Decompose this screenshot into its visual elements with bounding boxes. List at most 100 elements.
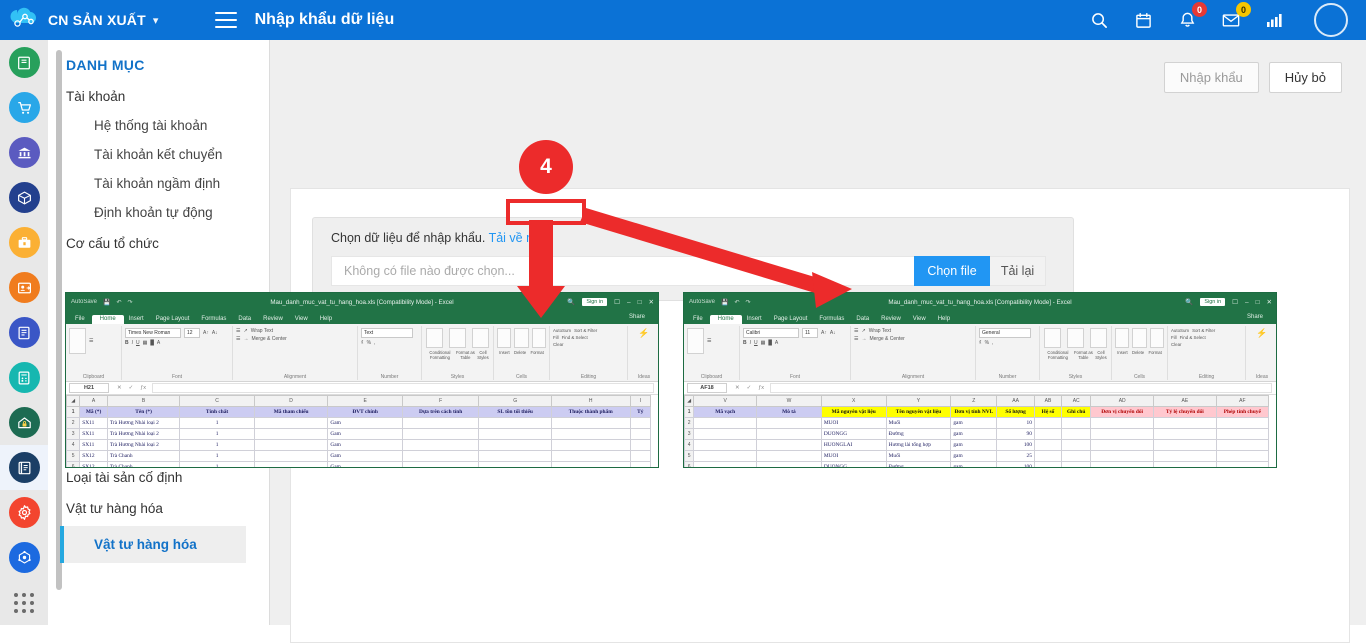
sidebar-item-tai-khoan-ket-chuyen[interactable]: Tài khoản kết chuyển: [66, 133, 269, 162]
col-H-left[interactable]: H: [550, 395, 631, 407]
tab-help-left[interactable]: Help: [315, 316, 339, 324]
cell-ghi-chu-r3-right[interactable]: [1061, 439, 1092, 451]
rail-item-book[interactable]: [0, 40, 48, 85]
cell-so-luong-r4-right[interactable]: 25: [996, 450, 1035, 462]
cell-ghi-chu-r2-right[interactable]: [1061, 428, 1092, 440]
tab-view-right[interactable]: View: [908, 316, 933, 324]
tab-home-right[interactable]: Home: [709, 315, 742, 324]
undo-icon-left[interactable]: ↶: [117, 299, 122, 306]
tab-formulas-right[interactable]: Formulas: [814, 316, 851, 324]
cell-ptc-r4-right[interactable]: [1215, 450, 1270, 462]
excel-search-icon-right[interactable]: 🔍: [1185, 298, 1193, 306]
cell-he-so-r3-right[interactable]: [1033, 439, 1063, 451]
maximize-icon-right[interactable]: □: [1256, 299, 1260, 306]
save-icon-right[interactable]: 💾: [721, 299, 728, 306]
apps-grid-icon[interactable]: [0, 580, 48, 625]
cell-ma-r5-left[interactable]: SX12: [79, 461, 108, 467]
cell-ten-r4-left[interactable]: Trà Chanh: [106, 450, 181, 462]
rail-item-bank[interactable]: [0, 130, 48, 175]
fill-button-right[interactable]: Fill: [1171, 335, 1177, 340]
orientation-icon-right[interactable]: ↗: [861, 328, 865, 334]
cell-tinh-chat-r5-left[interactable]: 1: [179, 461, 255, 467]
cell-ma-r1-left[interactable]: SX11: [79, 417, 108, 429]
sidebar-item-tai-khoan[interactable]: Tài khoản: [66, 73, 269, 104]
cell-ptc-r3-right[interactable]: [1215, 439, 1270, 451]
format-cells-button-right[interactable]: [1149, 328, 1164, 348]
fill-color-icon-right[interactable]: █: [768, 340, 772, 346]
excel-window-right[interactable]: AutoSave 💾 ↶ ↷ Mau_danh_muc_vat_tu_hang_…: [683, 292, 1277, 468]
col-AE-right[interactable]: AE: [1153, 395, 1217, 407]
col-C-left[interactable]: C: [179, 395, 255, 407]
insert-cells-button-right[interactable]: [1115, 328, 1130, 348]
number-format-box-left[interactable]: Text: [361, 328, 413, 338]
maximize-icon-left[interactable]: □: [638, 299, 642, 306]
font-size-box-left[interactable]: 12: [184, 328, 200, 338]
increase-font-icon-right[interactable]: A↑: [821, 330, 827, 336]
sidebar-item-tai-khoan-ngam-dinh[interactable]: Tài khoản ngầm định: [66, 162, 269, 191]
paste-button-right[interactable]: [687, 328, 704, 354]
tab-view-left[interactable]: View: [290, 316, 315, 324]
cell-sl-ton-r1-left[interactable]: [478, 417, 552, 429]
cell-ty-r5-left[interactable]: [629, 461, 652, 467]
cell-ma-vach-r5-right[interactable]: [693, 461, 758, 467]
col-D-left[interactable]: D: [253, 395, 329, 407]
cell-tinh-chat-r4-left[interactable]: 1: [179, 450, 255, 462]
cell-he-so-r2-right[interactable]: [1033, 428, 1063, 440]
borders-icon-left[interactable]: ▦: [143, 340, 148, 346]
rail-item-catalog[interactable]: [0, 445, 48, 490]
font-name-box-left[interactable]: Times New Roman: [125, 328, 181, 338]
col-F-left[interactable]: F: [401, 395, 480, 407]
tab-file-left[interactable]: File: [70, 316, 92, 324]
tab-review-right[interactable]: Review: [876, 316, 908, 324]
format-as-table-button-right[interactable]: [1066, 328, 1084, 348]
cell-ptc-r2-right[interactable]: [1215, 428, 1270, 440]
row-num-2-right[interactable]: 2: [684, 417, 695, 429]
choose-file-button[interactable]: Chọn file: [914, 256, 990, 286]
cell-ty-r3-left[interactable]: [629, 439, 652, 451]
insert-function-icon-right[interactable]: ƒx: [758, 385, 764, 391]
rail-item-invoice[interactable]: [0, 310, 48, 355]
rail-item-hr[interactable]: [0, 265, 48, 310]
cell-ma-tham-chieu-r5-left[interactable]: [253, 461, 329, 467]
col-V-right[interactable]: V: [693, 395, 758, 407]
sidebar-item-dinh-khoan-tu-dong[interactable]: Định khoản tự động: [66, 191, 269, 220]
mail-icon[interactable]: 0: [1220, 2, 1251, 31]
cancel-formula-icon-left[interactable]: ✕: [117, 385, 122, 391]
sidebar-item-vat-tu-hang-hoa-selected[interactable]: Vật tư hàng hóa: [60, 526, 246, 563]
autosum-button-right[interactable]: AutoSum: [1171, 328, 1189, 333]
excel-share-left[interactable]: Share: [624, 314, 652, 322]
col-Z-right[interactable]: Z: [950, 395, 998, 407]
cell-mo-ta-r1-right[interactable]: [756, 417, 822, 429]
clear-button-right[interactable]: Clear: [1171, 342, 1182, 347]
cell-dvcd-r3-right[interactable]: [1090, 439, 1154, 451]
excel-window-left[interactable]: AutoSave 💾 ↶ ↷ Mau_danh_muc_vat_tu_hang_…: [65, 292, 659, 468]
cell-ghi-chu-r1-right[interactable]: [1061, 417, 1092, 429]
cell-dua-tren-r3-left[interactable]: [401, 439, 480, 451]
merge-center-button-left[interactable]: Merge & Center: [251, 336, 286, 342]
cell-tlcd-r3-right[interactable]: [1153, 439, 1217, 451]
cell-dua-tren-r4-left[interactable]: [401, 450, 480, 462]
cell-mo-ta-r4-right[interactable]: [756, 450, 822, 462]
align-left-icon-left[interactable]: ☰: [236, 336, 240, 342]
merge-center-button-right[interactable]: Merge & Center: [869, 336, 904, 342]
underline-icon-left[interactable]: U: [136, 340, 140, 346]
borders-icon-right[interactable]: ▦: [761, 340, 766, 346]
menu-icon[interactable]: [214, 12, 237, 28]
cell-sl-ton-r5-left[interactable]: [478, 461, 552, 467]
italic-icon-left[interactable]: I: [132, 340, 133, 346]
rail-item-inventory[interactable]: [0, 175, 48, 220]
cell-ma-vach-r1-right[interactable]: [693, 417, 758, 429]
excel-signin-left[interactable]: Sign in: [582, 298, 608, 306]
company-selector[interactable]: CN SẢN XUẤT ▾: [48, 12, 159, 28]
file-name-display[interactable]: Không có file nào được chọn...: [331, 256, 914, 286]
cell-dua-tren-r1-left[interactable]: [401, 417, 480, 429]
cell-dvt-r1-left[interactable]: Gam: [327, 417, 403, 429]
cell-dvcd-r4-right[interactable]: [1090, 450, 1154, 462]
row-num-6-right[interactable]: 6: [684, 461, 695, 467]
col-AC-right[interactable]: AC: [1061, 395, 1092, 407]
name-box-right[interactable]: AF18: [687, 383, 727, 393]
percent-icon-left[interactable]: %: [367, 340, 371, 346]
ribbon-display-icon-left[interactable]: ☐: [614, 298, 620, 306]
cell-tlcd-r2-right[interactable]: [1153, 428, 1217, 440]
decrease-font-icon-left[interactable]: A↓: [212, 330, 218, 336]
